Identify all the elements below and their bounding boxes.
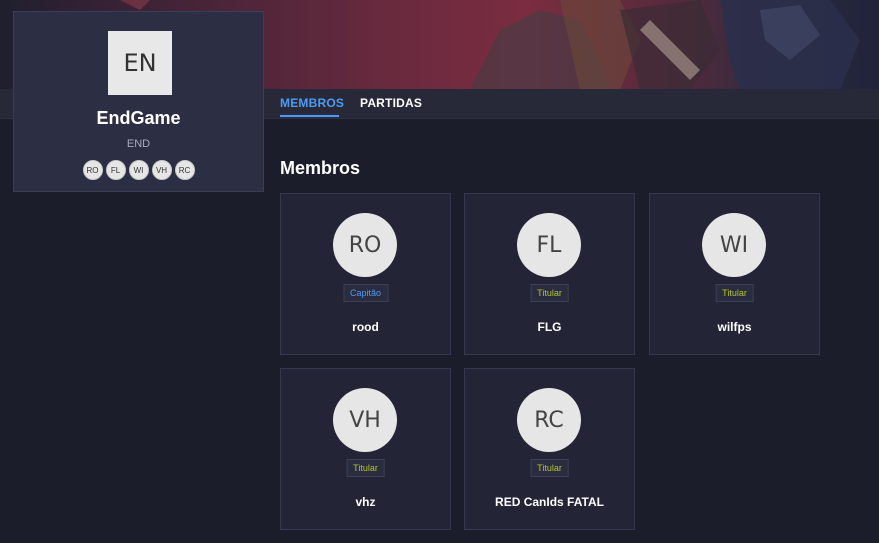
role-badge: Titular [715,284,754,302]
member-card[interactable]: VH Titular vhz [280,368,451,530]
tab-matches[interactable]: PARTIDAS [360,96,422,110]
member-card[interactable]: RO Capitão rood [280,193,451,355]
team-logo: EN [108,31,172,95]
member-name: RED CanIds FATAL [495,495,604,509]
avatar: WI [702,213,766,277]
avatar: FL [517,213,581,277]
avatar: RC [517,388,581,452]
member-name: rood [352,320,379,334]
active-tab-indicator [280,115,339,117]
mini-avatar[interactable]: WI [128,160,149,180]
team-name: EndGame [96,108,181,128]
team-member-avatars: RO FL WI VH RC [14,160,263,180]
avatar: VH [333,388,397,452]
role-badge: Titular [346,459,385,477]
member-card[interactable]: WI Titular wilfps [649,193,820,355]
member-name: FLG [537,320,562,334]
mini-avatar[interactable]: RO [82,160,103,180]
tab-members[interactable]: MEMBROS [280,96,344,110]
team-tag: END [126,138,151,150]
members-section-title: Membros [280,158,361,178]
member-card[interactable]: RC Titular RED CanIds FATAL [464,368,635,530]
role-badge: Titular [530,284,569,302]
role-badge: Titular [530,459,569,477]
member-card[interactable]: FL Titular FLG [464,193,635,355]
avatar: RO [333,213,397,277]
mini-avatar[interactable]: VH [151,160,172,180]
member-name: wilfps [717,320,752,334]
mini-avatar[interactable]: RC [174,160,195,180]
member-name: vhz [355,495,376,509]
team-profile-card: EN EndGame END RO FL WI VH RC [13,11,264,192]
mini-avatar[interactable]: FL [105,160,126,180]
role-badge: Capitão [342,284,389,302]
